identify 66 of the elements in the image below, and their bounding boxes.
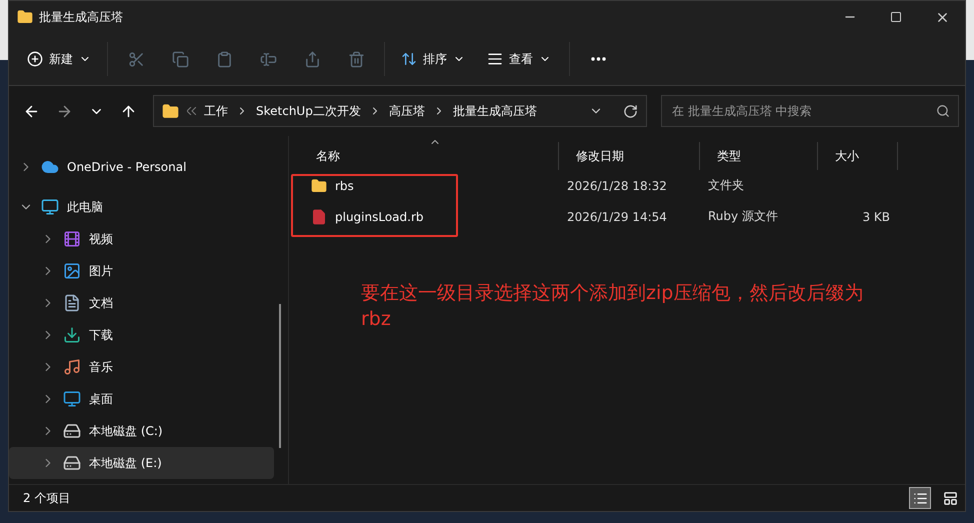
desktop-icon bbox=[63, 390, 81, 408]
breadcrumb-item[interactable]: SketchUp二次开发 bbox=[256, 102, 361, 120]
folder-icon bbox=[17, 9, 33, 25]
overflow-icon[interactable] bbox=[187, 107, 196, 115]
copy-icon bbox=[172, 50, 188, 68]
column-header[interactable]: 修改日期 bbox=[559, 142, 700, 170]
lines-icon bbox=[487, 51, 503, 67]
scrollbar[interactable] bbox=[279, 304, 281, 448]
monitor-icon bbox=[41, 198, 59, 216]
film-icon bbox=[63, 230, 81, 248]
document-icon bbox=[63, 294, 81, 312]
column-header[interactable]: 类型 bbox=[700, 142, 818, 170]
annotation-text: 要在这一级目录选择这两个添加到zip压缩包，然后改后缀为rbz bbox=[361, 281, 864, 332]
sort-button[interactable]: 排序 bbox=[393, 41, 473, 77]
sidebar-item[interactable]: 桌面 bbox=[9, 383, 274, 415]
sidebar-item[interactable]: 图片 bbox=[9, 255, 274, 287]
refresh-icon[interactable] bbox=[623, 104, 638, 118]
picture-icon bbox=[63, 262, 81, 280]
breadcrumb-item[interactable]: 批量生成高压塔 bbox=[452, 102, 537, 120]
file-type: Ruby 源文件 bbox=[707, 208, 779, 225]
sidebar-item[interactable]: 下载 bbox=[9, 319, 274, 351]
search-input[interactable]: 在 批量生成高压塔 中搜索 bbox=[670, 103, 936, 119]
file-name[interactable]: rbs bbox=[299, 170, 559, 201]
ruby-file-icon bbox=[311, 208, 327, 224]
item-count: 2 个项目 bbox=[23, 490, 70, 506]
maximize-icon bbox=[890, 11, 902, 23]
rename-icon bbox=[260, 50, 276, 68]
details-view-button[interactable] bbox=[909, 487, 931, 509]
folder-icon bbox=[162, 102, 179, 120]
file-type: 文件夹 bbox=[707, 177, 745, 194]
cut-icon bbox=[128, 50, 144, 68]
sidebar-item[interactable]: 本地磁盘 (C:) bbox=[9, 415, 274, 447]
modified-date: 2026/1/29 14:54 bbox=[566, 208, 668, 226]
breadcrumb-item[interactable]: 高压塔 bbox=[388, 102, 425, 120]
search-field[interactable]: 在 批量生成高压塔 中搜索 bbox=[661, 95, 959, 127]
column-header[interactable]: 大小 bbox=[818, 142, 898, 170]
drive-icon bbox=[63, 422, 81, 440]
file-size: 3 KB bbox=[861, 208, 891, 226]
breadcrumb-item[interactable]: 工作 bbox=[204, 102, 228, 120]
sort-arrows-icon bbox=[401, 51, 417, 67]
search-icon bbox=[936, 104, 950, 118]
sidebar-item[interactable]: 文档 bbox=[9, 287, 274, 319]
download-icon bbox=[63, 326, 81, 344]
more-icon bbox=[590, 57, 606, 61]
sidebar-item[interactable]: 本地磁盘 (E:) bbox=[9, 447, 274, 479]
plus-icon bbox=[27, 51, 43, 67]
sidebar-item[interactable]: 此电脑 bbox=[9, 191, 274, 223]
sidebar-item[interactable]: 视频 bbox=[9, 223, 274, 255]
address-bar[interactable]: 工作 SketchUp二次开发 高压塔 批量生成高压塔 bbox=[153, 95, 647, 127]
new-button[interactable]: 新建 bbox=[19, 41, 99, 77]
drive-icon bbox=[63, 454, 81, 472]
sidebar-item[interactable]: OneDrive - Personal bbox=[9, 151, 274, 183]
details-view-icon bbox=[912, 490, 928, 506]
file-name[interactable]: pluginsLoad.rb bbox=[299, 201, 559, 232]
column-header[interactable]: 名称 bbox=[299, 142, 559, 170]
cloud-icon bbox=[41, 158, 59, 176]
share-icon bbox=[304, 50, 320, 68]
view-button[interactable]: 查看 bbox=[477, 41, 561, 77]
paste-icon bbox=[216, 50, 232, 68]
modified-date: 2026/1/28 18:32 bbox=[566, 178, 668, 194]
folder-icon bbox=[311, 178, 327, 194]
delete-icon bbox=[348, 50, 364, 68]
sidebar-item[interactable]: 音乐 bbox=[9, 351, 274, 383]
music-icon bbox=[63, 358, 81, 376]
tiles-view-icon bbox=[942, 490, 958, 506]
window-title: 批量生成高压塔 bbox=[39, 8, 124, 26]
